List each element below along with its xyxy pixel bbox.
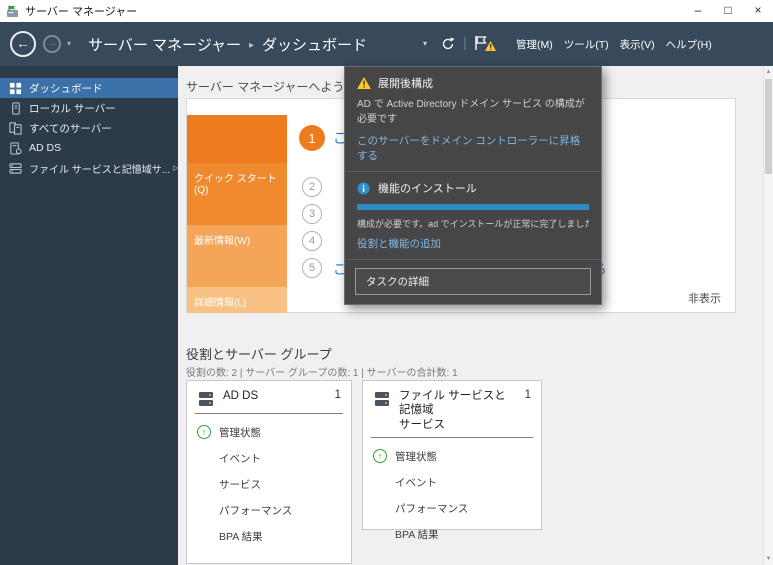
card-title[interactable]: AD DS xyxy=(223,389,258,403)
card-title[interactable]: ファイル サービスと記憶域 サービス xyxy=(399,389,511,432)
welcome-hero-tile xyxy=(187,115,287,163)
breadcrumb: サーバー マネージャー ▸ ダッシュボード xyxy=(88,22,367,66)
status-ok-icon: ↑ xyxy=(373,449,387,464)
install-progress-bar xyxy=(357,204,589,210)
ad-ds-server-icon xyxy=(197,390,215,408)
feature-installation-section: 機能のインストール 構成が必要です。ad でインストールが正常に完了しました。 … xyxy=(345,172,601,260)
nav-separator: | xyxy=(463,34,467,50)
feature-installation-message: 構成が必要です。ad でインストールが正常に完了しました。 xyxy=(357,219,589,229)
card-row-bpa-results[interactable]: BPA 結果 xyxy=(197,523,341,549)
sidebar-item-dashboard[interactable]: ダッシュボード xyxy=(0,78,178,98)
file-storage-services-icon xyxy=(9,162,22,175)
add-roles-features-link[interactable]: 役割と機能の追加 xyxy=(357,236,589,251)
server-manager-app-icon xyxy=(6,5,19,18)
quickstart-step-3: 3 xyxy=(302,204,333,224)
menu-bar: 管理(M) ツール(T) 表示(V) ヘルプ(H) xyxy=(516,22,712,66)
warning-triangle-icon xyxy=(357,77,371,89)
learn-more-tab[interactable]: 詳細情報(L) xyxy=(187,287,287,313)
feature-installation-title: 機能のインストール xyxy=(378,183,477,195)
local-server-icon xyxy=(9,101,22,115)
welcome-heading: サーバー マネージャーへようこそ xyxy=(186,80,369,94)
task-details-button[interactable]: タスクの詳細 xyxy=(355,268,591,295)
info-icon xyxy=(357,182,371,195)
hide-welcome-link[interactable]: 非表示 xyxy=(688,290,721,306)
back-button[interactable]: ← xyxy=(10,31,36,57)
ad-ds-icon xyxy=(9,141,22,155)
file-services-server-icon xyxy=(373,390,391,408)
step-4-number: 4 xyxy=(302,231,322,251)
minimize-button[interactable]: – xyxy=(683,0,713,22)
nav-bar: ← → ▾ サーバー マネージャー ▸ ダッシュボード ▾ | 管理(M) ツー… xyxy=(0,22,773,66)
roles-section-summary: 役割の数: 2 | サーバー グループの数: 1 | サーバーの合計数: 1 xyxy=(186,368,458,379)
menu-view[interactable]: 表示(V) xyxy=(620,37,655,52)
breadcrumb-root[interactable]: サーバー マネージャー xyxy=(88,34,241,55)
role-card-ad-ds: AD DS 1 ↑ 管理状態 イベント サービス パフォーマンス BPA 結果 xyxy=(186,380,352,564)
step-3-number: 3 xyxy=(302,204,322,224)
post-deployment-message: AD で Active Directory ドメイン サービス の構成が必要です xyxy=(357,99,585,125)
maximize-button[interactable]: □ xyxy=(713,0,743,22)
quickstart-step-4: 4 xyxy=(302,231,333,251)
card-row-performance[interactable]: パフォーマンス xyxy=(373,495,531,521)
sidebar: ダッシュボード ローカル サーバー すべてのサーバー AD DS ファイル サー… xyxy=(0,66,179,565)
close-button[interactable]: × xyxy=(743,0,773,22)
window-title: サーバー マネージャー xyxy=(25,6,138,18)
breadcrumb-current[interactable]: ダッシュボード xyxy=(262,34,367,55)
forward-button[interactable]: → xyxy=(43,35,61,53)
step-1-number: 1 xyxy=(299,125,325,151)
sidebar-item-file-storage-services[interactable]: ファイル サービスと記憶域サ... ▷ xyxy=(0,158,179,178)
whats-new-tab[interactable]: 最新情報(W) xyxy=(187,225,287,287)
role-card-file-storage-services: ファイル サービスと記憶域 サービス 1 ↑ 管理状態 イベント パフォーマンス… xyxy=(362,380,542,541)
history-dropdown-caret-icon[interactable]: ▾ xyxy=(67,39,71,48)
vertical-scrollbar: ▲ ▼ xyxy=(763,66,773,565)
card-server-count: 1 xyxy=(334,389,341,401)
window-controls: – □ × xyxy=(683,0,773,22)
quickstart-step-2: 2 xyxy=(302,177,333,197)
refresh-icon[interactable] xyxy=(441,37,455,56)
scope-dropdown-caret-icon[interactable]: ▾ xyxy=(423,39,427,48)
card-row-manageability[interactable]: ↑ 管理状態 xyxy=(197,419,341,445)
scrollbar-thumb[interactable] xyxy=(765,79,772,174)
step-5-number: 5 xyxy=(302,258,322,278)
roles-section-heading: 役割とサーバー グループ xyxy=(186,347,332,362)
sidebar-item-local-server[interactable]: ローカル サーバー xyxy=(0,98,178,118)
title-bar: サーバー マネージャー – □ × xyxy=(0,0,773,22)
card-row-services[interactable]: サービス xyxy=(197,471,341,497)
dashboard-icon xyxy=(9,82,22,95)
notifications-flag-icon[interactable] xyxy=(473,35,496,53)
card-server-count: 1 xyxy=(524,389,531,401)
all-servers-icon xyxy=(9,121,22,135)
card-row-events[interactable]: イベント xyxy=(373,469,531,495)
status-ok-icon: ↑ xyxy=(197,425,211,439)
menu-help[interactable]: ヘルプ(H) xyxy=(666,37,712,52)
breadcrumb-separator-icon: ▸ xyxy=(248,39,254,51)
quick-start-tab[interactable]: クイック スタート(Q) xyxy=(187,163,287,225)
scrollbar-up-icon[interactable]: ▲ xyxy=(764,66,773,78)
card-row-bpa-results[interactable]: BPA 結果 xyxy=(373,521,531,547)
warning-badge-icon xyxy=(485,38,496,56)
menu-manage[interactable]: 管理(M) xyxy=(516,37,553,52)
card-row-manageability[interactable]: ↑ 管理状態 xyxy=(373,443,531,469)
sidebar-item-ad-ds[interactable]: AD DS xyxy=(0,138,178,158)
card-row-events[interactable]: イベント xyxy=(197,445,341,471)
post-deployment-section: 展開後構成 AD で Active Directory ドメイン サービス の構… xyxy=(345,67,601,172)
post-deployment-title: 展開後構成 xyxy=(378,78,433,90)
sidebar-item-all-servers[interactable]: すべてのサーバー xyxy=(0,118,178,138)
promote-domain-controller-link[interactable]: このサーバーをドメイン コントローラーに昇格する xyxy=(357,133,589,163)
scrollbar-down-icon[interactable]: ▼ xyxy=(764,553,773,565)
menu-tools[interactable]: ツール(T) xyxy=(564,37,609,52)
step-2-number: 2 xyxy=(302,177,322,197)
notifications-flyout: 展開後構成 AD で Active Directory ドメイン サービス の構… xyxy=(344,66,602,305)
card-row-performance[interactable]: パフォーマンス xyxy=(197,497,341,523)
install-progress-fill xyxy=(357,204,589,210)
